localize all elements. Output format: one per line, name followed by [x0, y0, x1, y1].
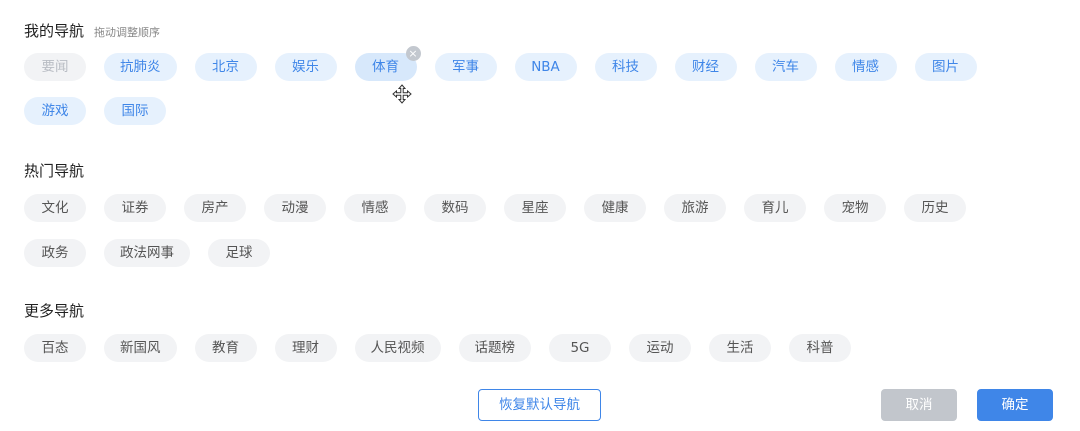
my-nav-item[interactable]: 娱乐 — [274, 53, 337, 81]
hot-nav-item[interactable]: 动漫 — [264, 194, 326, 222]
my-nav-item-label: 娱乐 — [292, 59, 319, 75]
more-nav-item[interactable]: 5G — [549, 334, 611, 362]
hot-nav-item-label: 政务 — [41, 245, 69, 261]
my-nav-item-label: NBA — [531, 59, 560, 75]
hot-nav-item[interactable]: 证券 — [104, 194, 166, 222]
hot-nav-item-label: 文化 — [41, 200, 69, 216]
hot-nav-item-label: 历史 — [921, 200, 949, 216]
my-nav-item-label: 情感 — [852, 59, 879, 75]
more-nav-item-label: 运动 — [646, 340, 674, 356]
my-nav-title: 我的导航 — [24, 22, 85, 40]
my-nav-item[interactable]: 财经 — [674, 53, 737, 81]
my-nav-item[interactable]: 国际 — [104, 97, 166, 125]
more-nav-item-label: 人民视频 — [370, 340, 425, 356]
hot-nav-item-label: 动漫 — [281, 200, 309, 216]
my-nav-item[interactable]: 游戏 — [24, 97, 86, 125]
hot-nav-item[interactable]: 宠物 — [824, 194, 886, 222]
more-nav-item[interactable]: 人民视频 — [354, 334, 441, 362]
hot-nav-item-label: 房产 — [201, 200, 229, 216]
confirm-button[interactable]: 确定 — [977, 389, 1053, 421]
hot-nav-row-1: 文化 证券 房产 动漫 情感 数码 星座 健康 旅游 育儿 宠物 历史 — [24, 194, 984, 222]
my-nav-item-label: 北京 — [212, 59, 239, 75]
more-nav-item[interactable]: 科普 — [789, 334, 851, 362]
hot-nav-item[interactable]: 房产 — [184, 194, 246, 222]
hot-nav-item[interactable]: 足球 — [208, 239, 270, 267]
nav-customize-panel: 我的导航 拖动调整顺序 要闻 抗肺炎 北京 娱乐 体育 × 军事 NBA 科技 财经 汽车 情感 图片… — [0, 0, 1080, 431]
cancel-button[interactable]: 取消 — [881, 389, 957, 421]
more-nav-item[interactable]: 生活 — [709, 334, 771, 362]
hot-nav-item-label: 足球 — [225, 245, 253, 261]
my-nav-item-fixed: 要闻 — [24, 53, 86, 81]
my-nav-item-label: 财经 — [692, 59, 719, 75]
my-nav-item[interactable]: NBA — [514, 53, 577, 81]
my-nav-item[interactable]: 图片 — [914, 53, 977, 81]
more-nav-row-1: 百态 新国风 教育 理财 人民视频 话题榜 5G 运动 生活 科普 — [24, 334, 869, 362]
my-nav-item-label: 抗肺炎 — [120, 59, 161, 75]
my-nav-row-1: 要闻 抗肺炎 北京 娱乐 体育 × 军事 NBA 科技 财经 汽车 情感 图片 — [24, 46, 995, 81]
my-nav-item-label: 游戏 — [41, 103, 69, 119]
my-nav-item-label: 体育 — [372, 59, 399, 75]
more-nav-item-label: 百态 — [41, 340, 69, 356]
more-nav-header: 更多导航 — [24, 300, 84, 321]
my-nav-item-label: 军事 — [452, 59, 479, 75]
more-nav-item-label: 理财 — [292, 340, 319, 356]
hot-nav-item-label: 政法网事 — [120, 245, 174, 261]
hot-nav-item[interactable]: 健康 — [584, 194, 646, 222]
more-nav-item-label: 科普 — [806, 340, 834, 356]
hot-nav-title: 热门导航 — [24, 162, 85, 180]
hot-nav-item-label: 星座 — [521, 200, 549, 216]
my-nav-item-label: 国际 — [121, 103, 149, 119]
more-nav-item[interactable]: 话题榜 — [458, 334, 531, 362]
hot-nav-item-label: 宠物 — [841, 200, 869, 216]
more-nav-title: 更多导航 — [24, 302, 85, 320]
my-nav-item[interactable]: 情感 — [834, 53, 897, 81]
hot-nav-item[interactable]: 旅游 — [664, 194, 726, 222]
more-nav-item[interactable]: 新国风 — [104, 334, 177, 362]
more-nav-item-label: 新国风 — [120, 340, 161, 356]
hot-nav-header: 热门导航 — [24, 160, 84, 181]
my-nav-header: 我的导航 拖动调整顺序 — [24, 20, 160, 41]
hot-nav-row-2: 政务 政法网事 足球 — [24, 239, 288, 267]
drag-hint: 拖动调整顺序 — [94, 26, 161, 39]
my-nav-item[interactable]: 抗肺炎 — [104, 53, 177, 81]
hot-nav-item[interactable]: 星座 — [504, 194, 566, 222]
my-nav-item-label: 图片 — [932, 59, 959, 75]
more-nav-item[interactable]: 教育 — [194, 334, 257, 362]
hot-nav-item-label: 情感 — [361, 200, 389, 216]
my-nav-row-2: 游戏 国际 — [24, 97, 184, 125]
hot-nav-item-label: 数码 — [441, 200, 469, 216]
hot-nav-item[interactable]: 政法网事 — [104, 239, 190, 267]
hot-nav-item[interactable]: 情感 — [344, 194, 406, 222]
move-cursor-icon — [392, 84, 412, 104]
hot-nav-item-label: 旅游 — [681, 200, 709, 216]
restore-default-button[interactable]: 恢复默认导航 — [478, 389, 601, 421]
my-nav-item[interactable]: 科技 — [594, 53, 657, 81]
hot-nav-item[interactable]: 育儿 — [744, 194, 806, 222]
more-nav-item-label: 教育 — [212, 340, 239, 356]
hot-nav-item[interactable]: 历史 — [904, 194, 966, 222]
hot-nav-item[interactable]: 政务 — [24, 239, 86, 267]
my-nav-item-label: 汽车 — [772, 59, 799, 75]
more-nav-item[interactable]: 运动 — [629, 334, 691, 362]
more-nav-item-label: 5G — [570, 340, 590, 356]
more-nav-item[interactable]: 百态 — [24, 334, 86, 362]
hot-nav-item[interactable]: 数码 — [424, 194, 486, 222]
my-nav-item[interactable]: 汽车 — [754, 53, 817, 81]
my-nav-item-label: 科技 — [612, 59, 639, 75]
hot-nav-item-label: 育儿 — [761, 200, 789, 216]
my-nav-item[interactable]: 北京 — [194, 53, 257, 81]
close-circle-icon[interactable]: × — [405, 46, 421, 61]
hot-nav-item-label: 健康 — [601, 200, 629, 216]
hot-nav-item[interactable]: 文化 — [24, 194, 86, 222]
my-nav-item[interactable]: 军事 — [434, 53, 497, 81]
more-nav-item-label: 话题榜 — [474, 340, 516, 356]
more-nav-item-label: 生活 — [726, 340, 754, 356]
more-nav-item[interactable]: 理财 — [274, 334, 337, 362]
my-nav-item-dragging[interactable]: 体育 × — [354, 46, 421, 81]
hot-nav-item-label: 证券 — [121, 200, 149, 216]
